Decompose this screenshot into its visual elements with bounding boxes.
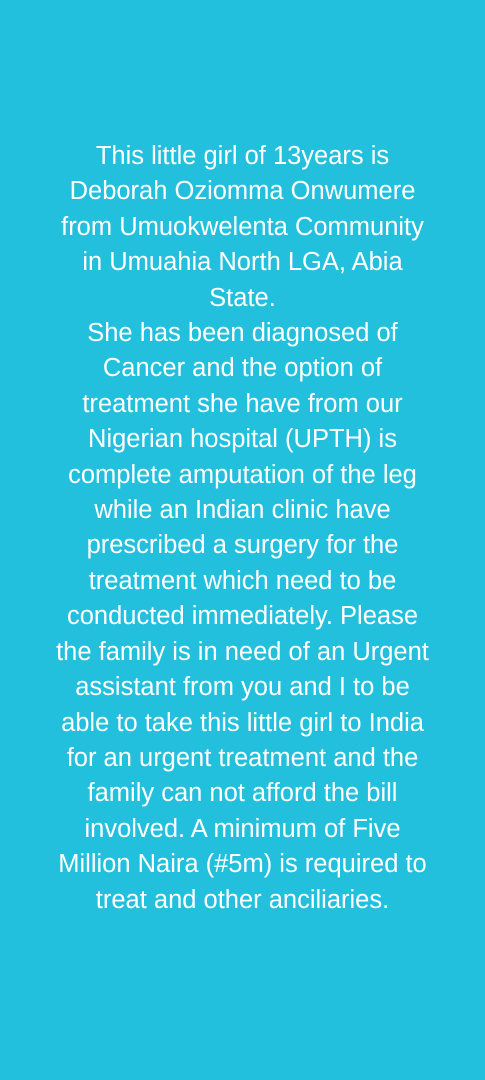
status-text-line: This little girl of 13years is — [95, 142, 390, 170]
status-text-line: while an Indian clinic have — [94, 496, 391, 525]
text-status-post: This little girl of 13years is Deborah O… — [0, 0, 485, 1080]
status-text-line: for an urgent treatment and the — [66, 743, 419, 772]
status-text-line: from Umuokwelenta Community — [61, 212, 424, 241]
status-text-line: Nigerian hospital (UPTH) is — [88, 425, 397, 454]
status-text-line: complete amputation of the leg — [68, 460, 417, 489]
status-text-line: the family is in need of an Urgent — [56, 637, 429, 666]
status-text-line: family can not afford the bill — [87, 779, 398, 808]
status-text-line: treat and other anciliaries. — [95, 885, 390, 914]
status-text-line: assistant from you and I to be — [75, 673, 410, 702]
status-text-line: Cancer and the option of — [102, 354, 383, 383]
status-text-line: prescribed a surgery for the — [86, 531, 399, 560]
status-text-line: Deborah Oziomma Onwumere — [69, 177, 416, 206]
status-text-line: involved. A minimum of Five — [84, 814, 401, 843]
status-text-line: Million Naira (#5m) is required to — [58, 850, 427, 879]
status-text-line: She has been diagnosed of — [87, 319, 398, 348]
status-text-line: conducted immediately. Please — [66, 602, 419, 631]
status-text-line: State. — [209, 283, 276, 312]
status-text-line: treatment which need to be — [88, 566, 397, 595]
status-text-line: in Umuahia North LGA, Abia — [82, 248, 403, 277]
status-text-line: treatment she have from our — [82, 389, 403, 418]
status-text-line: able to take this little girl to India — [61, 708, 424, 737]
status-text: This little girl of 13years is Deborah O… — [14, 139, 471, 918]
